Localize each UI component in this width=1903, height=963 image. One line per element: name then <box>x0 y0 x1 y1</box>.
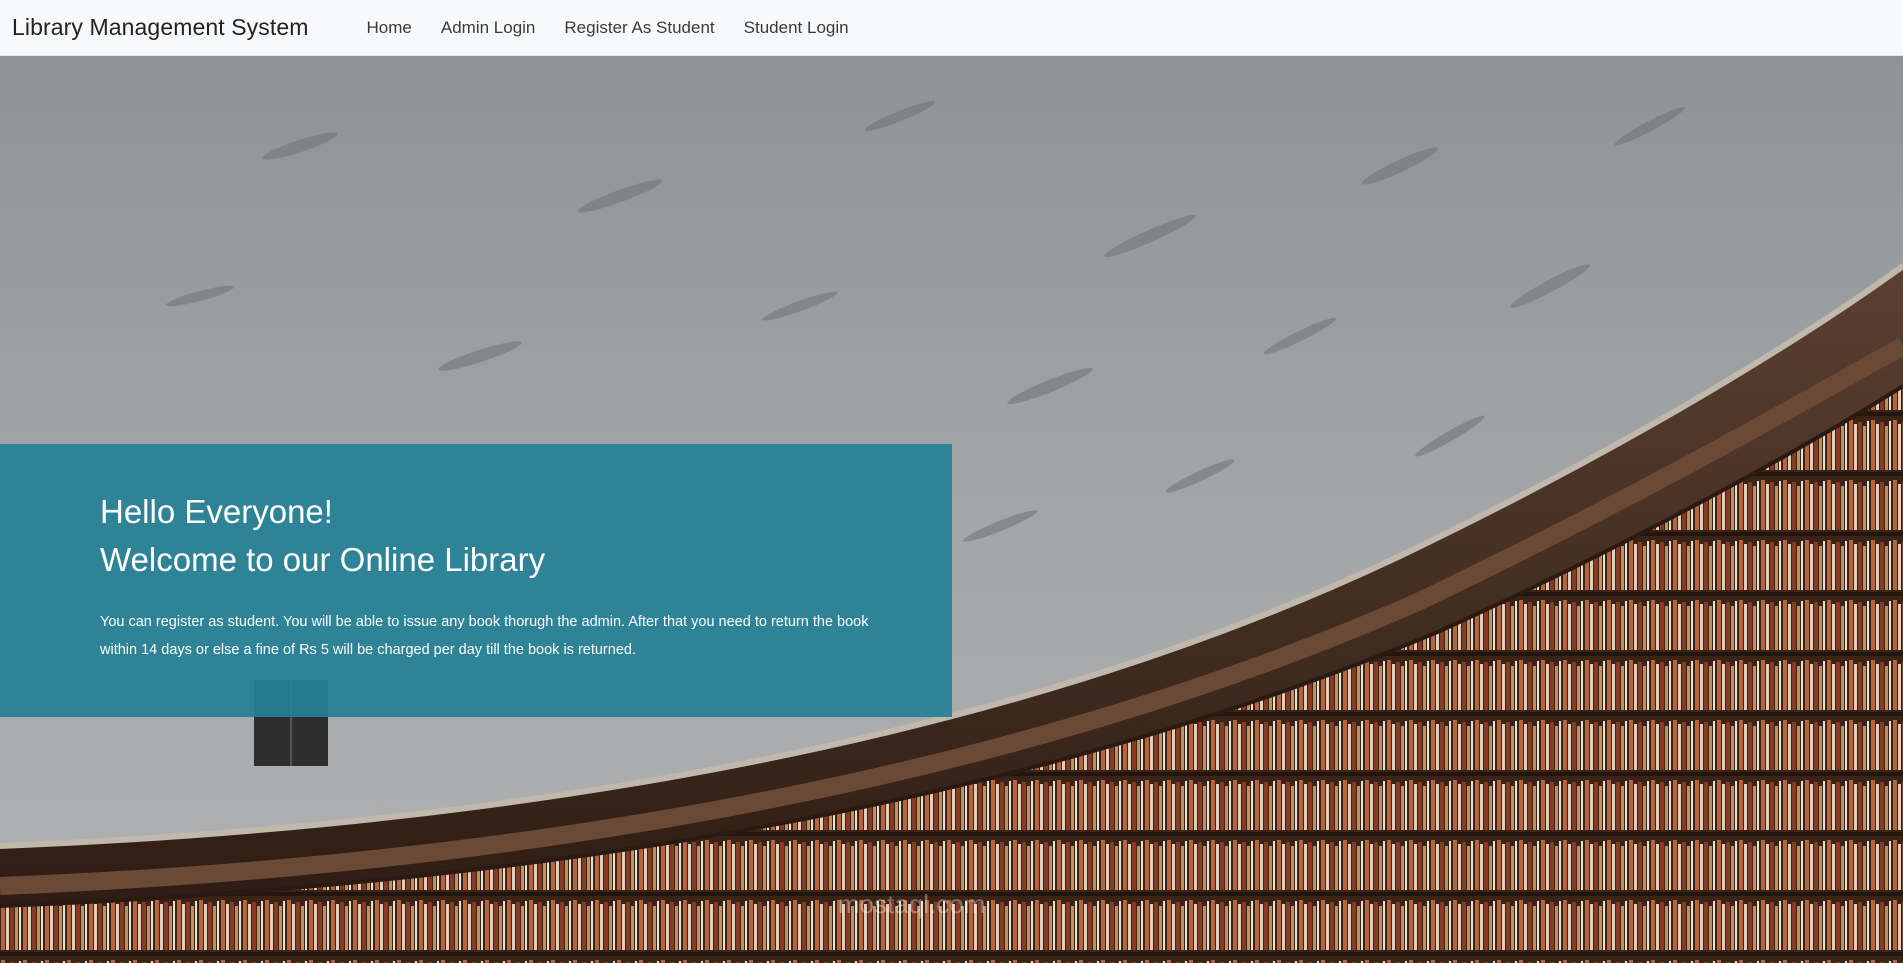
nav-links: Home Admin Login Register As Student Stu… <box>367 18 878 38</box>
welcome-heading: Welcome to our Online Library <box>100 541 546 578</box>
welcome-description: You can register as student. You will be… <box>100 614 869 658</box>
nav-link-student-login[interactable]: Student Login <box>744 18 849 38</box>
navbar: Library Management System Home Admin Log… <box>0 0 1903 56</box>
brand-link[interactable]: Library Management System <box>12 14 309 41</box>
nav-link-admin-login[interactable]: Admin Login <box>441 18 536 38</box>
welcome-box: Hello Everyone! Welcome to our Online Li… <box>0 444 952 717</box>
watermark: mostaql.com <box>838 889 986 919</box>
greeting-heading: Hello Everyone! <box>100 493 333 530</box>
hero-section: Hello Everyone! Welcome to our Online Li… <box>0 56 1903 963</box>
nav-link-home[interactable]: Home <box>367 18 412 38</box>
nav-link-register-student[interactable]: Register As Student <box>564 18 714 38</box>
